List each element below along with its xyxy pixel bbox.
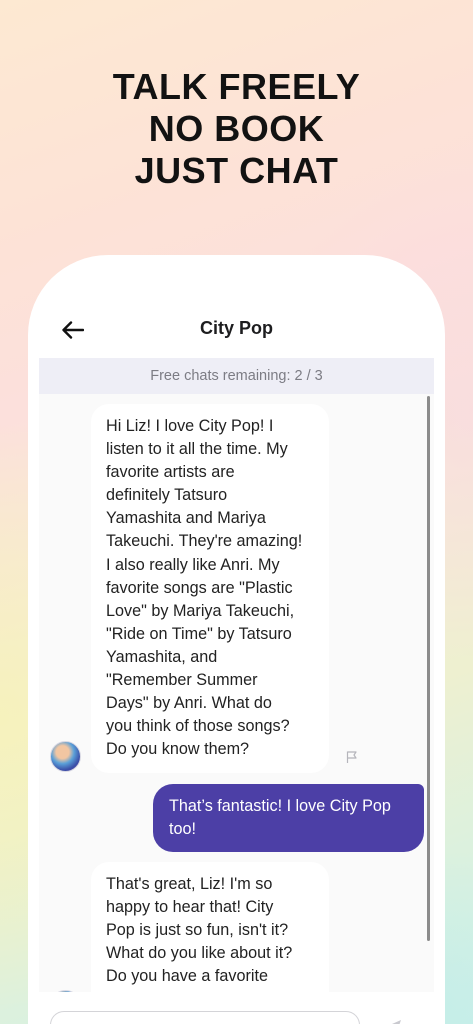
bot-message-bubble: Hi Liz! I love City Pop! I listen to it …: [91, 404, 329, 774]
bot-message-bubble: That's great, Liz! I'm so happy to hear …: [91, 862, 329, 992]
send-icon[interactable]: [380, 1016, 404, 1024]
scrollbar[interactable]: [427, 396, 430, 941]
headline-line-1: TALK FREELY: [112, 66, 361, 107]
chat-header: City Pop: [28, 255, 445, 358]
headline: TALK FREELY NO BOOK JUST CHAT: [0, 66, 473, 192]
avatar: [50, 741, 81, 772]
chat-message-list[interactable]: Hi Liz! I love City Pop! I listen to it …: [39, 394, 434, 992]
message-composer: [28, 992, 445, 1024]
headline-line-3: JUST CHAT: [134, 150, 339, 191]
user-message-bubble: That’s fantastic! I love City Pop too!: [153, 784, 424, 852]
free-chats-banner: Free chats remaining: 2 / 3: [39, 358, 434, 394]
flag-icon[interactable]: [345, 750, 359, 764]
phone-frame: City Pop Free chats remaining: 2 / 3 Hi …: [28, 255, 445, 1024]
message-input[interactable]: [50, 1011, 360, 1024]
chat-title: City Pop: [199, 318, 273, 338]
headline-line-2: NO BOOK: [148, 108, 325, 149]
